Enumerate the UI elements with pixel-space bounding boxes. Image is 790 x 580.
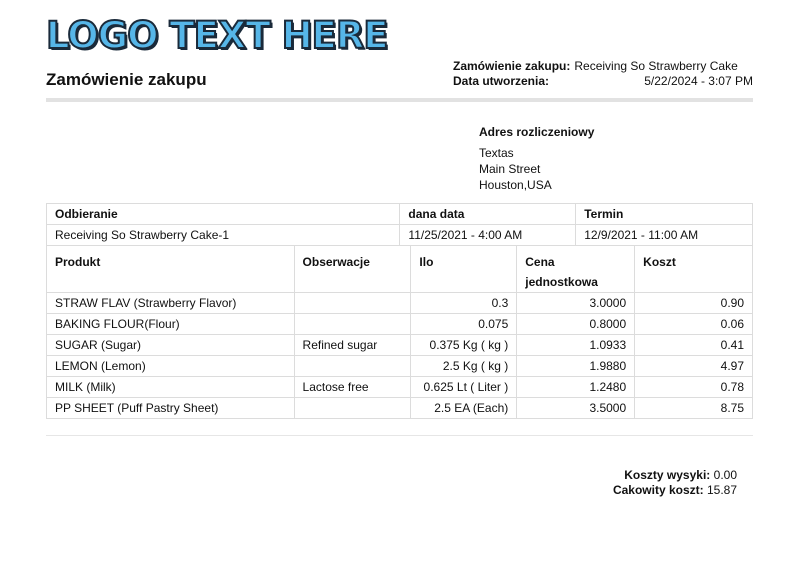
cost-cell: 0.90 xyxy=(634,292,753,314)
receiving-deadline: 12/9/2021 - 11:00 AM xyxy=(575,224,753,246)
cost-cell: 0.06 xyxy=(634,313,753,335)
billing-address: Adres rozliczeniowy Textas Main Street H… xyxy=(479,125,594,193)
table-row: STRAW FLAV (Strawberry Flavor) 0.3 3.000… xyxy=(46,292,753,314)
receiving-header: Termin xyxy=(575,203,753,225)
note-cell xyxy=(293,292,412,314)
product-cell: PP SHEET (Puff Pastry Sheet) xyxy=(46,397,295,419)
product-cell: STRAW FLAV (Strawberry Flavor) xyxy=(46,292,295,314)
product-cell: SUGAR (Sugar) xyxy=(46,334,295,356)
note-cell: Refined sugar xyxy=(293,334,412,356)
order-name-row: Zamówienie zakupu: Receiving So Strawber… xyxy=(453,59,753,74)
quantity-cell: 0.375 Kg ( kg ) xyxy=(410,334,518,356)
total-value: 15.87 xyxy=(706,483,737,497)
created-date-value: 5/22/2024 - 3:07 PM xyxy=(644,74,753,88)
table-row: PP SHEET (Puff Pastry Sheet) 2.5 EA (Eac… xyxy=(46,397,753,419)
total-row: Cakowity koszt: 15.87 xyxy=(613,483,737,498)
company-logo: LOGO TEXT HERE xyxy=(45,13,390,58)
quantity-cell: 2.5 Kg ( kg ) xyxy=(410,355,518,377)
quantity-cell: 2.5 EA (Each) xyxy=(410,397,518,419)
billing-line: Houston,USA xyxy=(479,178,552,192)
items-header: Obserwacje xyxy=(293,245,412,293)
cost-cell: 0.78 xyxy=(634,376,753,398)
order-name-value: Receiving So Strawberry Cake xyxy=(574,59,738,73)
totals-block: Koszty wysyki: 0.00 Cakowity koszt: 15.8… xyxy=(613,468,737,498)
receiving-header: dana data xyxy=(399,203,577,225)
quantity-cell: 0.075 xyxy=(410,313,518,335)
total-label: Cakowity koszt: xyxy=(612,483,704,497)
billing-line: Textas xyxy=(479,146,514,160)
unit-price-cell: 1.9880 xyxy=(516,355,636,377)
shipping-row: Koszty wysyki: 0.00 xyxy=(613,468,737,483)
table-row: BAKING FLOUR(Flour) 0.075 0.8000 0.06 xyxy=(46,313,753,335)
note-cell xyxy=(293,397,412,419)
product-cell: LEMON (Lemon) xyxy=(46,355,295,377)
note-cell: Lactose free xyxy=(293,376,412,398)
table-row: SUGAR (Sugar) Refined sugar 0.375 Kg ( k… xyxy=(46,334,753,356)
cost-cell: 4.97 xyxy=(634,355,753,377)
shipping-label: Koszty wysyki: xyxy=(624,468,711,482)
receiving-table: Odbieranie dana data Termin Receiving So… xyxy=(45,203,753,246)
items-header: Koszt xyxy=(634,245,753,293)
receiving-date: 11/25/2021 - 4:00 AM xyxy=(399,224,577,246)
cost-cell: 8.75 xyxy=(634,397,753,419)
table-row: MILK (Milk) Lactose free 0.625 Lt ( Lite… xyxy=(46,376,753,398)
order-name-label: Zamówienie zakupu: xyxy=(453,59,571,73)
unit-price-cell: 1.2480 xyxy=(516,376,636,398)
items-header: Produkt xyxy=(46,245,295,293)
unit-price-cell: 3.0000 xyxy=(516,292,636,314)
items-header-row: Produkt Obserwacje Ilo Cena jednostkowa … xyxy=(46,245,753,293)
items-header: Cena jednostkowa xyxy=(516,245,636,293)
shipping-value: 0.00 xyxy=(713,468,737,482)
items-header: Ilo xyxy=(410,245,518,293)
cost-cell: 0.41 xyxy=(634,334,753,356)
product-cell: MILK (Milk) xyxy=(46,376,295,398)
receiving-name: Receiving So Strawberry Cake-1 xyxy=(45,224,401,246)
totals-divider xyxy=(46,435,753,436)
header-divider xyxy=(46,98,753,102)
created-date-row: Data utworzenia: 5/22/2024 - 3:07 PM xyxy=(453,74,753,89)
page-title: Zamówienie zakupu xyxy=(46,70,207,89)
unit-price-cell: 0.8000 xyxy=(516,313,636,335)
table-row: LEMON (Lemon) 2.5 Kg ( kg ) 1.9880 4.97 xyxy=(46,355,753,377)
billing-line: Main Street xyxy=(479,162,541,176)
quantity-cell: 0.3 xyxy=(410,292,518,314)
order-meta: Zamówienie zakupu: Receiving So Strawber… xyxy=(453,59,753,89)
note-cell xyxy=(293,313,412,335)
quantity-cell: 0.625 Lt ( Liter ) xyxy=(410,376,518,398)
receiving-header: Odbieranie xyxy=(45,203,401,225)
unit-price-cell: 1.0933 xyxy=(516,334,636,356)
billing-heading: Adres rozliczeniowy xyxy=(479,125,595,139)
product-cell: BAKING FLOUR(Flour) xyxy=(46,313,295,335)
created-date-label: Data utworzenia: xyxy=(453,74,550,88)
note-cell xyxy=(293,355,412,377)
items-table: Produkt Obserwacje Ilo Cena jednostkowa … xyxy=(46,245,753,419)
unit-price-cell: 3.5000 xyxy=(516,397,636,419)
logo-text: LOGO TEXT HERE xyxy=(45,13,390,58)
